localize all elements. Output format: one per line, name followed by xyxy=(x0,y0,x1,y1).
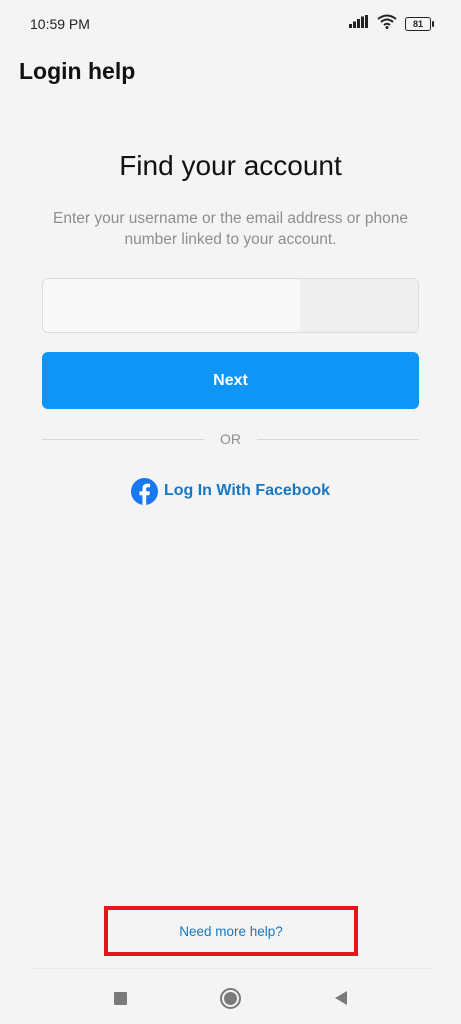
signal-icon xyxy=(349,15,369,33)
facebook-login-link[interactable]: Log In With Facebook xyxy=(0,474,461,508)
footer-divider xyxy=(30,968,431,969)
account-input[interactable] xyxy=(43,279,418,332)
status-bar: 10:59 PM 81 xyxy=(0,0,461,48)
back-triangle-icon xyxy=(334,991,347,1005)
need-more-help-link[interactable]: Need more help? xyxy=(179,924,283,939)
account-input-container xyxy=(42,278,419,333)
back-button[interactable] xyxy=(329,986,353,1010)
recents-button[interactable] xyxy=(109,986,133,1010)
page-title: Login help xyxy=(19,58,136,84)
status-time: 10:59 PM xyxy=(30,16,90,32)
status-icons: 81 xyxy=(349,14,434,34)
divider-text: OR xyxy=(220,431,241,447)
facebook-icon xyxy=(130,477,158,505)
battery-icon: 81 xyxy=(405,17,434,31)
facebook-login-label: Log In With Facebook xyxy=(163,482,331,499)
home-button[interactable] xyxy=(219,986,243,1010)
wifi-icon xyxy=(377,14,397,34)
next-button[interactable]: Next xyxy=(42,352,419,409)
home-circle-icon xyxy=(220,987,241,1009)
divider-line-left xyxy=(42,438,204,440)
or-divider: OR xyxy=(42,428,419,450)
recents-square-icon xyxy=(114,991,127,1005)
main-heading: Find your account xyxy=(119,150,342,181)
instructions-text: Enter your username or the email address… xyxy=(53,210,408,248)
need-more-help-highlight: Need more help? xyxy=(104,906,358,956)
system-nav-bar xyxy=(0,972,461,1024)
divider-line-right xyxy=(257,438,419,440)
